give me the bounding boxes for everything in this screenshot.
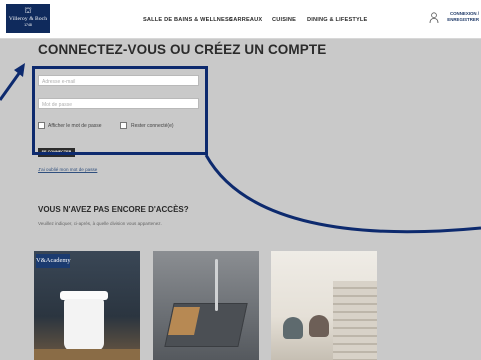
logo-year-text: 1748 (24, 23, 32, 27)
division-card-academy[interactable]: V&Academy (34, 251, 140, 360)
page-title: CONNECTEZ-VOUS OU CRÉEZ UN COMPTE (38, 42, 327, 57)
show-password-label: Afficher le mot de passe (48, 123, 102, 129)
account-link[interactable]: CONNEXION / ENREGISTRER (429, 11, 479, 24)
no-access-heading: VOUS N'AVEZ PAS ENCORE D'ACCÈS? (38, 205, 189, 214)
division-card-kitchen[interactable] (153, 251, 259, 360)
account-register-label: ENREGISTRER (447, 17, 479, 22)
nav-item-bathroom-wellness[interactable]: SALLE DE BAINS & WELLNESS (143, 17, 233, 23)
annotation-arrow-line (0, 71, 22, 101)
academy-badge: V&Academy (36, 254, 71, 268)
brand-logo[interactable]: ⛫ Villeroy & Boch 1748 (6, 4, 50, 33)
staircase-image (333, 281, 377, 360)
toilet-bowl-shape (64, 299, 104, 351)
show-password-checkbox[interactable] (38, 122, 45, 129)
nav-item-tiles[interactable]: CARREAUX (229, 17, 262, 23)
password-field[interactable] (38, 98, 199, 109)
pallet-shape (34, 349, 140, 360)
logo-brand-text: Villeroy & Boch (8, 16, 48, 22)
forgot-password-link[interactable]: J'ai oublié mon mot de passe (38, 167, 97, 172)
no-access-subtitle: Veuillez indiquer, ci-après, à quelle di… (38, 221, 162, 226)
faucet-shape (215, 259, 218, 311)
annotation-curve (204, 154, 481, 234)
nav-item-dining-lifestyle[interactable]: DINING & LIFESTYLE (307, 17, 367, 23)
annotation-arrow-head (14, 63, 25, 77)
user-icon (429, 12, 439, 24)
stay-logged-in-label: Rester connecté(e) (131, 123, 174, 129)
login-button[interactable]: SE CONNECTER (38, 148, 75, 157)
crest-icon: ⛫ (24, 6, 32, 15)
stay-logged-in-checkbox[interactable] (120, 122, 127, 129)
division-card-interior[interactable] (271, 251, 377, 360)
email-field[interactable] (38, 75, 199, 86)
top-bar: ⛫ Villeroy & Boch 1748 SALLE DE BAINS & … (0, 0, 481, 39)
armchair-shape (283, 317, 303, 339)
nav-item-kitchen[interactable]: CUISINE (272, 17, 296, 23)
armchair-shape (309, 315, 329, 337)
